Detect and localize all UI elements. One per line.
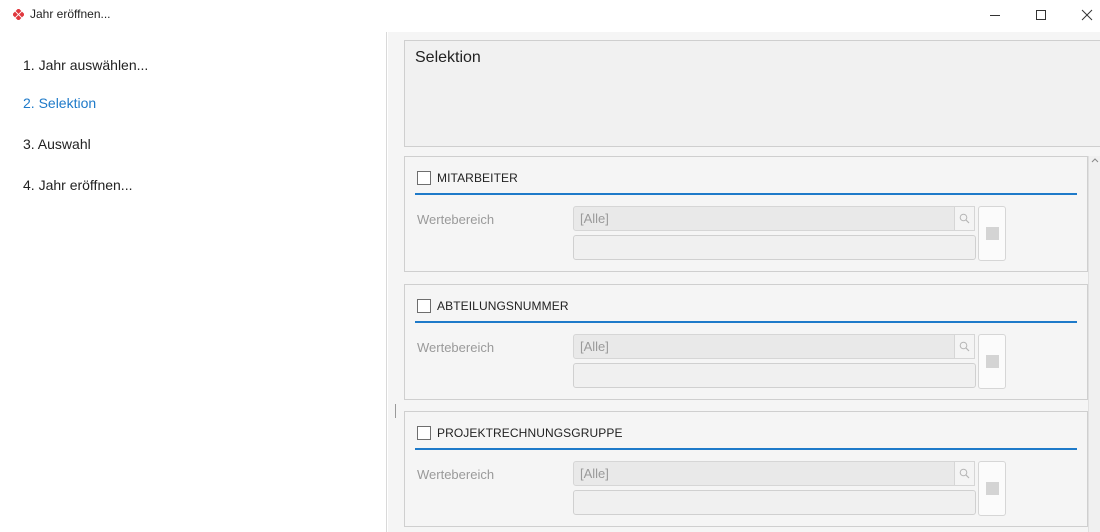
minimize-button[interactable] (972, 0, 1018, 30)
filter-group-projektrechnungsgruppe: PROJEKTRECHNUNGSGRUPPE Wertebereich [All… (404, 411, 1088, 527)
range-input[interactable]: [Alle] (573, 461, 955, 486)
page-title: Selektion (415, 49, 481, 66)
filter-group-abteilungsnummer: ABTEILUNGSNUMMER Wertebereich [Alle] (404, 284, 1088, 400)
minimize-icon (990, 15, 1000, 16)
group-divider (415, 448, 1077, 450)
selection-header: Selektion (404, 40, 1100, 147)
group-divider (415, 321, 1077, 323)
window-title: Jahr eröffnen... (30, 7, 111, 21)
vertical-scrollbar[interactable] (1088, 156, 1100, 532)
group-title: MITARBEITER (437, 171, 518, 185)
field-label: Wertebereich (417, 212, 495, 227)
group-checkbox[interactable] (417, 171, 431, 185)
nav-step-3[interactable]: 3. Auswahl (23, 136, 91, 152)
square-icon (985, 482, 999, 495)
filter-group-mitarbeiter: MITARBEITER Wertebereich [Alle] (404, 156, 1088, 272)
range-options-button[interactable] (978, 334, 1006, 389)
maximize-icon (1036, 10, 1046, 20)
field-label: Wertebereich (417, 340, 495, 355)
range-input[interactable]: [Alle] (573, 334, 955, 359)
square-icon (985, 355, 999, 368)
search-button[interactable] (955, 206, 975, 231)
nav-step-1[interactable]: 1. Jahr auswählen... (23, 57, 148, 73)
group-title: ABTEILUNGSNUMMER (437, 299, 569, 313)
search-icon (959, 341, 970, 352)
range-options-button[interactable] (978, 206, 1006, 261)
field-label: Wertebereich (417, 467, 495, 482)
app-logo-icon (13, 9, 24, 20)
search-icon (959, 213, 970, 224)
group-title: PROJEKTRECHNUNGSGRUPPE (437, 426, 623, 440)
nav-step-4[interactable]: 4. Jahr eröffnen... (23, 177, 132, 193)
range-secondary-input[interactable] (573, 363, 976, 388)
search-icon (959, 468, 970, 479)
wizard-steps-nav: 1. Jahr auswählen... 2. Selektion 3. Aus… (0, 32, 387, 532)
square-icon (985, 227, 999, 240)
nav-step-2[interactable]: 2. Selektion (23, 95, 96, 111)
close-icon (1081, 9, 1093, 21)
group-divider (415, 193, 1077, 195)
range-secondary-input[interactable] (573, 235, 976, 260)
range-options-button[interactable] (978, 461, 1006, 516)
search-button[interactable] (955, 461, 975, 486)
search-button[interactable] (955, 334, 975, 359)
scroll-up-icon[interactable] (1090, 156, 1100, 166)
title-bar: Jahr eröffnen... (0, 0, 1100, 30)
splitter-handle[interactable] (395, 404, 396, 418)
range-secondary-input[interactable] (573, 490, 976, 515)
group-checkbox[interactable] (417, 299, 431, 313)
range-input[interactable]: [Alle] (573, 206, 955, 231)
maximize-button[interactable] (1018, 0, 1064, 30)
group-checkbox[interactable] (417, 426, 431, 440)
close-button[interactable] (1064, 0, 1100, 30)
